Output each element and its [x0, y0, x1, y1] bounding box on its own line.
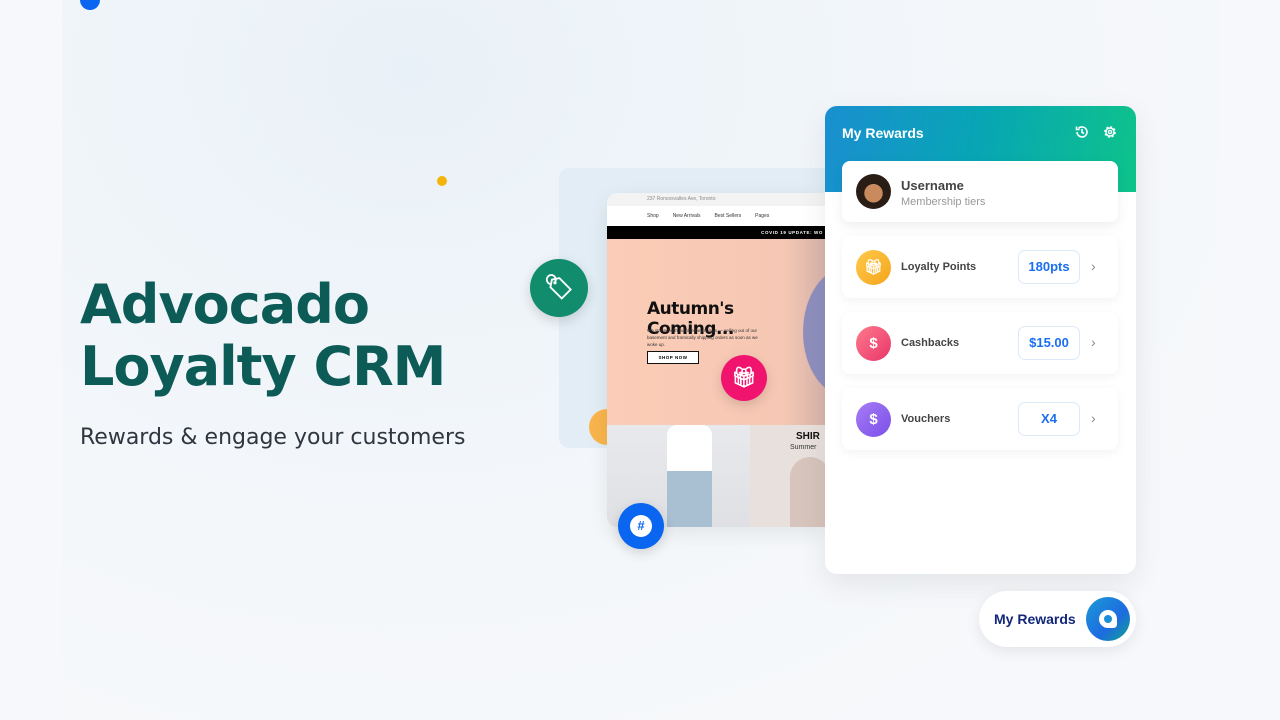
section-title: SHIR [796, 431, 820, 442]
cashback-icon: $ [856, 326, 891, 361]
rewards-panel: My Rewards Username Membership tiers 🎁︎ … [825, 106, 1136, 574]
hashtag-icon: # [618, 503, 664, 549]
store-nav: Shop New Arrivals Best Sellers Pages [607, 206, 825, 226]
section-subtitle: Summer [790, 444, 817, 451]
chevron-right-icon[interactable]: › [1091, 258, 1096, 274]
title-line-2: Loyalty CRM [80, 335, 446, 398]
reward-value: $15.00 [1018, 326, 1080, 360]
settings-gear-icon[interactable] [1102, 124, 1118, 140]
history-icon[interactable] [1074, 124, 1090, 140]
rewards-title: My Rewards [842, 125, 924, 141]
decor-dot-yellow [437, 176, 447, 186]
reward-row-loyalty-points[interactable]: 🎁︎ Loyalty Points 180pts › [842, 236, 1118, 298]
advocado-logo-icon [1086, 597, 1130, 641]
avatar [856, 174, 891, 209]
chevron-right-icon[interactable]: › [1091, 410, 1096, 426]
gift-icon: 🎁︎ [721, 355, 767, 401]
reward-label: Cashbacks [901, 337, 960, 349]
store-nav-new-arrivals[interactable]: New Arrivals [673, 213, 701, 226]
reward-value: 180pts [1018, 250, 1080, 284]
reward-row-vouchers[interactable]: $ Vouchers X4 › [842, 388, 1118, 450]
voucher-icon: $ [856, 402, 891, 437]
username: Username [901, 178, 964, 193]
launcher-label: My Rewards [994, 611, 1076, 627]
reward-value: X4 [1018, 402, 1080, 436]
store-hero: Autumn's Coming... We started with humbl… [607, 239, 825, 425]
store-nav-pages[interactable]: Pages [755, 213, 769, 226]
membership-tier: Membership tiers [901, 196, 986, 208]
store-nav-shop[interactable]: Shop [647, 213, 659, 226]
user-card[interactable]: Username Membership tiers [842, 161, 1118, 222]
reward-label: Loyalty Points [901, 261, 977, 273]
model-figure [667, 425, 712, 527]
chevron-right-icon[interactable]: › [1091, 334, 1096, 350]
model-face [790, 457, 825, 527]
store-nav-best-sellers[interactable]: Best Sellers [714, 213, 741, 226]
gift-icon: 🎁︎ [856, 250, 891, 285]
my-rewards-launcher[interactable]: My Rewards [979, 591, 1136, 647]
reward-label: Vouchers [901, 413, 951, 425]
store-address: 237 Roncesvalles Ave, Toronto [607, 193, 825, 206]
reward-row-cashbacks[interactable]: $ Cashbacks $15.00 › [842, 312, 1118, 374]
tag-icon: 🏷︎ [530, 259, 588, 317]
shop-now-button[interactable]: SHOP NOW [647, 351, 699, 364]
store-body: We started with humble beginnings — sell… [647, 328, 758, 347]
title-line-1: Advocado [80, 273, 370, 336]
page-title: Advocado Loyalty CRM [80, 273, 446, 398]
product-photo-2: SHIR Summer [750, 425, 825, 527]
storefront-preview: 237 Roncesvalles Ave, Toronto Shop New A… [607, 193, 825, 527]
subtitle: Rewards & engage your customers [80, 425, 466, 450]
store-banner: COVID 19 UPDATE: WO [607, 226, 825, 239]
